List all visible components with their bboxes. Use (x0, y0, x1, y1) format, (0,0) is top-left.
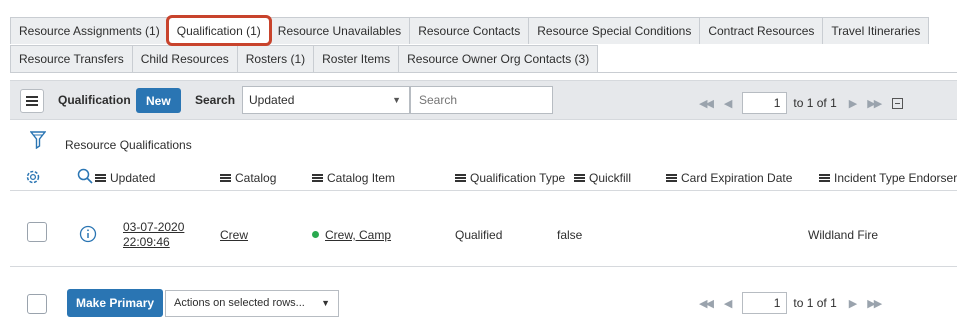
list-toolbar-title: Qualification (58, 93, 131, 107)
row-select-checkbox[interactable] (27, 222, 47, 242)
actions-select-value: Actions on selected rows... (174, 297, 305, 309)
hamburger-icon[interactable] (20, 89, 44, 113)
column-header-updated[interactable]: Updated (95, 171, 155, 185)
tab-divider (10, 72, 957, 73)
qualification-type-cell: Qualified (455, 228, 503, 242)
caret-down-icon: ▼ (321, 298, 330, 308)
last-page-icon[interactable]: ▶▶ (867, 297, 882, 310)
search-input[interactable] (410, 86, 553, 114)
updated-cell[interactable]: 03-07-2020 22:09:46 (123, 220, 184, 250)
next-page-icon[interactable]: ▶ (849, 297, 858, 310)
tab-travel-itineraries[interactable]: Travel Itineraries (822, 17, 930, 44)
page-number-input[interactable]: 1 (742, 92, 788, 114)
prev-page-icon[interactable]: ◀ (724, 297, 733, 310)
top-pager: ◀◀ ◀ 1 to 1 of 1 ▶ ▶▶ (693, 92, 904, 114)
catalog-cell[interactable]: Crew (220, 228, 248, 242)
tab-resource-contacts[interactable]: Resource Contacts (409, 17, 530, 44)
gear-icon[interactable] (24, 168, 42, 186)
tab-row-1: Resource Assignments (1) Qualification (… (10, 15, 930, 46)
tab-resource-special-conditions[interactable]: Resource Special Conditions (528, 17, 701, 44)
tab-child-resources[interactable]: Child Resources (131, 45, 238, 72)
list-toolbar: Qualification New Search Updated ▼ ◀◀ ◀ … (10, 80, 957, 120)
select-all-checkbox[interactable] (27, 294, 47, 314)
page-range-text: to 1 of 1 (793, 96, 837, 110)
tab-rosters[interactable]: Rosters (1) (236, 45, 315, 72)
tab-resource-unavailables[interactable]: Resource Unavailables (268, 17, 411, 44)
search-icon[interactable] (76, 167, 94, 185)
list-title: Resource Qualifications (65, 138, 192, 152)
prev-page-icon[interactable]: ◀ (724, 97, 733, 110)
make-primary-button[interactable]: Make Primary (67, 289, 164, 317)
filter-icon[interactable] (30, 131, 46, 149)
search-field-select[interactable]: Updated ▼ (242, 86, 410, 114)
next-page-icon[interactable]: ▶ (849, 97, 858, 110)
tab-resource-assignments[interactable]: Resource Assignments (1) (10, 17, 169, 44)
column-header-qualification-type[interactable]: Qualification Type (455, 171, 565, 185)
tab-qualification[interactable]: Qualification (1) (165, 15, 272, 46)
column-header-card-expiration-date[interactable]: Card Expiration Date (666, 171, 792, 185)
tab-row-2: Resource Transfers Child Resources Roste… (10, 45, 599, 72)
first-page-icon[interactable]: ◀◀ (699, 97, 714, 110)
bottom-pager: ◀◀ ◀ 1 to 1 of 1 ▶ ▶▶ (693, 292, 886, 314)
actions-select[interactable]: Actions on selected rows... ▼ (165, 290, 339, 317)
page-number-input[interactable]: 1 (742, 292, 788, 314)
tab-contract-resources[interactable]: Contract Resources (699, 17, 824, 44)
status-dot-icon (312, 231, 319, 238)
search-field-value: Updated (249, 93, 295, 107)
collapse-icon[interactable] (892, 97, 904, 109)
tab-resource-transfers[interactable]: Resource Transfers (10, 45, 133, 72)
new-button[interactable]: New (136, 88, 181, 113)
column-header-incident-type-endorser[interactable]: Incident Type Endorser (819, 171, 957, 185)
header-divider (10, 190, 957, 191)
info-icon[interactable] (79, 225, 97, 243)
column-header-catalog-item[interactable]: Catalog Item (312, 171, 395, 185)
quickfill-cell: false (557, 228, 583, 242)
column-header-catalog[interactable]: Catalog (220, 171, 276, 185)
tab-resource-owner-org-contacts[interactable]: Resource Owner Org Contacts (3) (398, 45, 599, 72)
caret-down-icon: ▼ (392, 95, 401, 105)
row-divider (10, 266, 957, 267)
search-label: Search (195, 93, 236, 107)
incident-type-endorser-cell: Wildland Fire (808, 228, 879, 242)
tab-roster-items[interactable]: Roster Items (313, 45, 400, 72)
last-page-icon[interactable]: ▶▶ (867, 97, 882, 110)
catalog-item-cell[interactable]: Crew, Camp (312, 228, 391, 242)
page-range-text: to 1 of 1 (793, 296, 837, 310)
column-header-quickfill[interactable]: Quickfill (574, 171, 631, 185)
first-page-icon[interactable]: ◀◀ (699, 297, 714, 310)
